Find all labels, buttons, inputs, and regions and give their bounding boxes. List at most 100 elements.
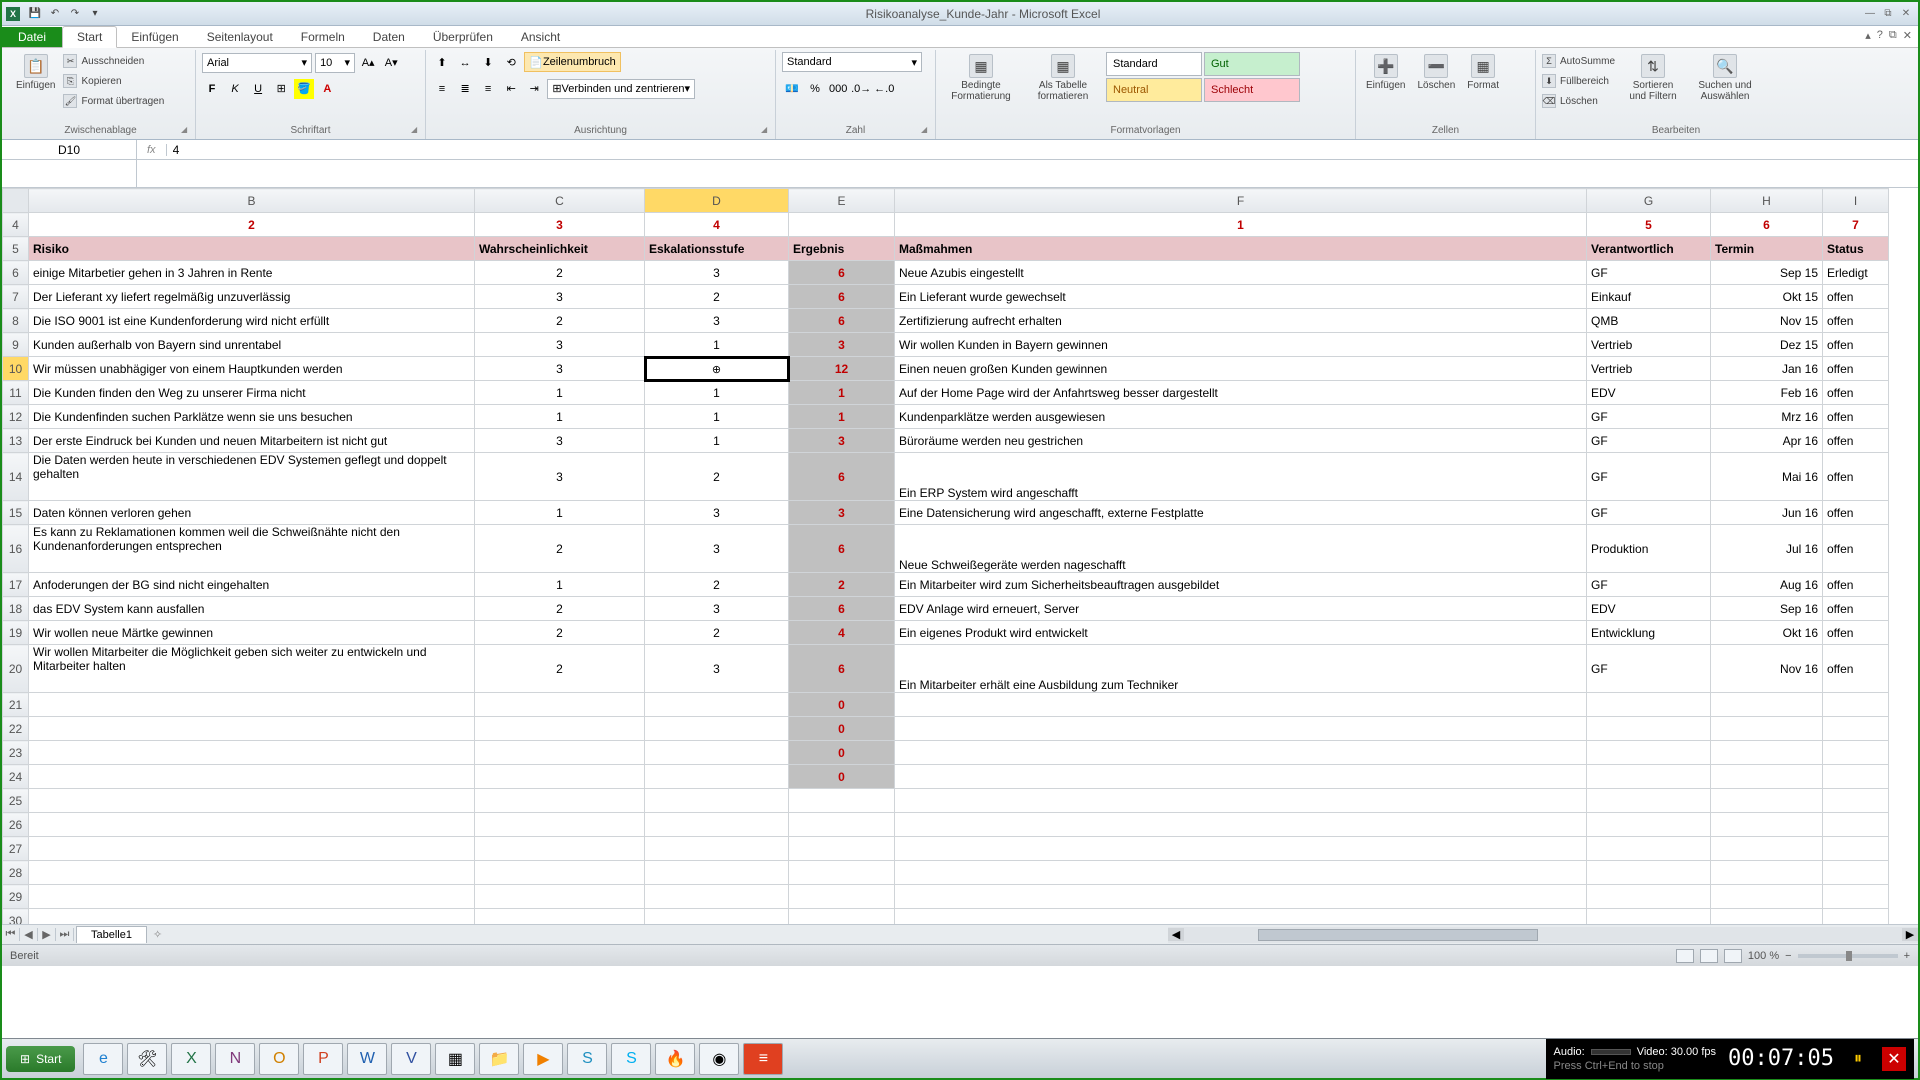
tab-einfügen[interactable]: Einfügen bbox=[117, 27, 192, 47]
cell[interactable] bbox=[1711, 909, 1823, 925]
cell[interactable] bbox=[895, 861, 1587, 885]
cell[interactable] bbox=[1823, 789, 1889, 813]
cell[interactable] bbox=[895, 741, 1587, 765]
row-header[interactable]: 11 bbox=[3, 381, 29, 405]
cell[interactable]: das EDV System kann ausfallen bbox=[29, 597, 475, 621]
cell[interactable] bbox=[1711, 885, 1823, 909]
row-header[interactable]: 21 bbox=[3, 693, 29, 717]
cell[interactable] bbox=[475, 789, 645, 813]
cell[interactable] bbox=[1587, 813, 1711, 837]
cell[interactable] bbox=[789, 213, 895, 237]
row-header[interactable]: 25 bbox=[3, 789, 29, 813]
align-right-icon[interactable]: ≡ bbox=[478, 79, 498, 99]
col-header-D[interactable]: D bbox=[645, 189, 789, 213]
chrome-icon[interactable]: ◉ bbox=[699, 1043, 739, 1075]
cell[interactable] bbox=[29, 861, 475, 885]
cell[interactable]: Okt 15 bbox=[1711, 285, 1823, 309]
cell[interactable]: Aug 16 bbox=[1711, 573, 1823, 597]
header-cell[interactable]: Risiko bbox=[29, 237, 475, 261]
row-header[interactable]: 12 bbox=[3, 405, 29, 429]
align-middle-icon[interactable]: ↔ bbox=[455, 53, 475, 73]
tool-icon[interactable]: 🛠 bbox=[127, 1043, 167, 1075]
restore-icon[interactable]: ⧉ bbox=[1880, 7, 1896, 21]
cell[interactable]: Einkauf bbox=[1587, 285, 1711, 309]
col-header-B[interactable]: B bbox=[29, 189, 475, 213]
next-sheet-icon[interactable]: ▶ bbox=[38, 928, 56, 941]
cell[interactable]: 1 bbox=[789, 381, 895, 405]
cell[interactable] bbox=[475, 813, 645, 837]
comma-icon[interactable]: 000 bbox=[828, 79, 848, 99]
row-header[interactable]: 28 bbox=[3, 861, 29, 885]
decrease-decimal-icon[interactable]: ←.0 bbox=[874, 79, 894, 99]
cell[interactable] bbox=[475, 837, 645, 861]
cell[interactable]: ⊕ bbox=[645, 357, 789, 381]
cell[interactable]: Mai 16 bbox=[1711, 453, 1823, 501]
first-sheet-icon[interactable]: ⏮ bbox=[2, 928, 20, 941]
page-layout-view-icon[interactable] bbox=[1700, 949, 1718, 963]
cell[interactable]: 6 bbox=[789, 645, 895, 693]
zoom-in-icon[interactable]: + bbox=[1904, 950, 1910, 962]
row-header[interactable]: 24 bbox=[3, 765, 29, 789]
style-standard[interactable]: Standard bbox=[1106, 52, 1202, 76]
cell[interactable]: Mrz 16 bbox=[1711, 405, 1823, 429]
cell[interactable]: 2 bbox=[645, 453, 789, 501]
clear-button[interactable]: ⌫Löschen bbox=[1542, 92, 1615, 110]
cell[interactable] bbox=[895, 909, 1587, 925]
cell[interactable] bbox=[645, 765, 789, 789]
tab-überprüfen[interactable]: Überprüfen bbox=[419, 27, 507, 47]
cell[interactable]: offen bbox=[1823, 309, 1889, 333]
cell[interactable] bbox=[1823, 861, 1889, 885]
font-color-icon[interactable]: A bbox=[317, 79, 337, 99]
cell[interactable]: EDV bbox=[1587, 381, 1711, 405]
cell[interactable]: Die Daten werden heute in verschiedenen … bbox=[29, 453, 475, 501]
cell[interactable] bbox=[1587, 717, 1711, 741]
cell[interactable]: Okt 16 bbox=[1711, 621, 1823, 645]
cell[interactable]: Wir müssen unabhägiger von einem Hauptku… bbox=[29, 357, 475, 381]
border-icon[interactable]: ⊞ bbox=[271, 79, 291, 99]
increase-font-icon[interactable]: A▴ bbox=[358, 52, 378, 72]
merge-center-button[interactable]: ⊞ Verbinden und zentrieren ▾ bbox=[547, 79, 695, 99]
cell[interactable]: 4 bbox=[645, 213, 789, 237]
cell[interactable]: 2 bbox=[29, 213, 475, 237]
cell[interactable] bbox=[29, 837, 475, 861]
cell[interactable]: Ein Mitarbeiter wird zum Sicherheitsbeau… bbox=[895, 573, 1587, 597]
font-name-selector[interactable]: Arial ▾ bbox=[202, 53, 312, 73]
col-header-H[interactable]: H bbox=[1711, 189, 1823, 213]
cell[interactable] bbox=[895, 813, 1587, 837]
cell[interactable]: Erledigt bbox=[1823, 261, 1889, 285]
minimize-icon[interactable]: — bbox=[1862, 7, 1878, 21]
cell[interactable] bbox=[1587, 789, 1711, 813]
cell[interactable]: 2 bbox=[475, 597, 645, 621]
row-header[interactable]: 13 bbox=[3, 429, 29, 453]
cell[interactable]: 3 bbox=[789, 333, 895, 357]
align-bottom-icon[interactable]: ⬇ bbox=[478, 52, 498, 72]
scroll-right-icon[interactable]: ▶ bbox=[1902, 928, 1918, 941]
cell[interactable] bbox=[789, 813, 895, 837]
cell[interactable]: Jul 16 bbox=[1711, 525, 1823, 573]
cell[interactable]: 2 bbox=[475, 261, 645, 285]
tab-ansicht[interactable]: Ansicht bbox=[507, 27, 574, 47]
cell[interactable]: 3 bbox=[475, 453, 645, 501]
header-cell[interactable]: Status bbox=[1823, 237, 1889, 261]
window-restore-icon[interactable]: ⧉ bbox=[1889, 29, 1897, 42]
cell[interactable]: 2 bbox=[645, 285, 789, 309]
cell[interactable] bbox=[1711, 693, 1823, 717]
row-header[interactable]: 7 bbox=[3, 285, 29, 309]
tab-start[interactable]: Start bbox=[62, 26, 117, 48]
cell[interactable]: 7 bbox=[1823, 213, 1889, 237]
normal-view-icon[interactable] bbox=[1676, 949, 1694, 963]
col-header-C[interactable]: C bbox=[475, 189, 645, 213]
orientation-icon[interactable]: ⟲ bbox=[501, 52, 521, 72]
cell[interactable] bbox=[1587, 909, 1711, 925]
stop-icon[interactable]: ✕ bbox=[1882, 1047, 1906, 1071]
paste-button[interactable]: 📋 Einfügen bbox=[12, 52, 59, 93]
fill-button[interactable]: ⬇Füllbereich bbox=[1542, 72, 1615, 90]
format-cells-button[interactable]: ▦Format bbox=[1463, 52, 1503, 93]
cell[interactable]: GF bbox=[1587, 405, 1711, 429]
explorer-icon[interactable]: 📁 bbox=[479, 1043, 519, 1075]
row-header[interactable]: 4 bbox=[3, 213, 29, 237]
cell[interactable]: 1 bbox=[645, 429, 789, 453]
cell[interactable]: GF bbox=[1587, 645, 1711, 693]
align-left-icon[interactable]: ≡ bbox=[432, 79, 452, 99]
cell[interactable]: Eine Datensicherung wird angeschafft, ex… bbox=[895, 501, 1587, 525]
